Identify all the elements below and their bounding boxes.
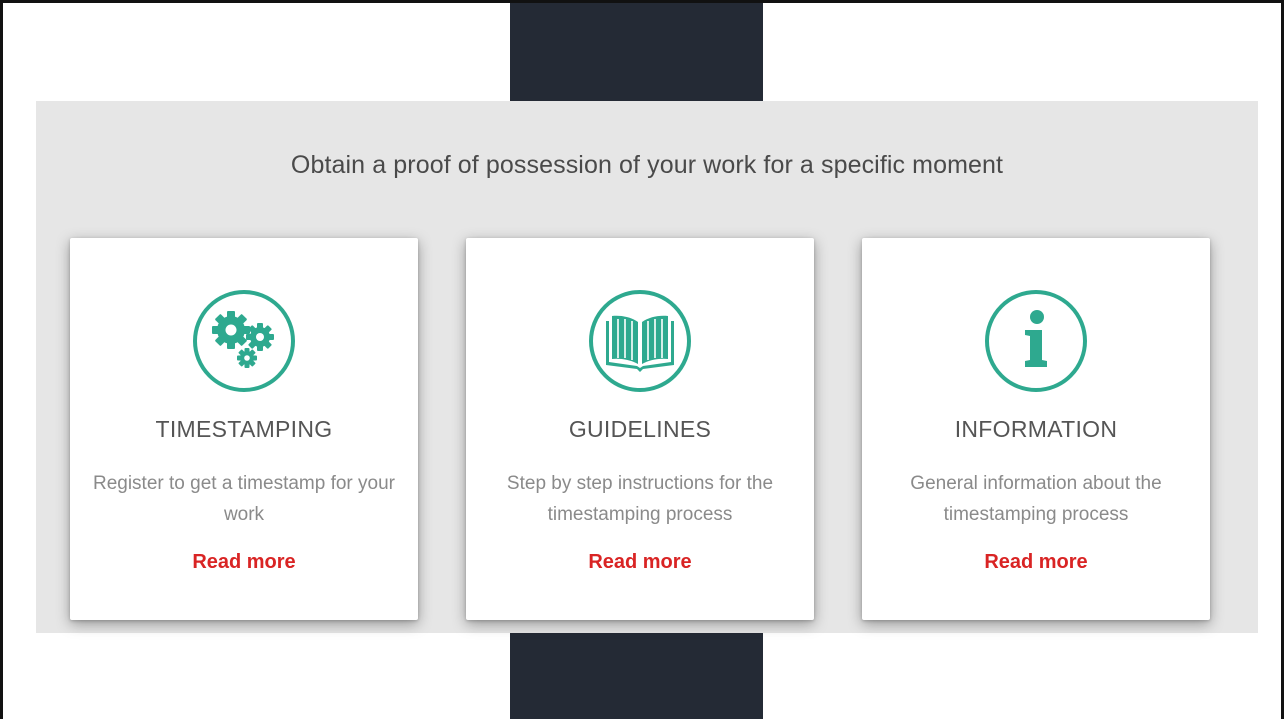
card-description: General information about the timestampi…: [910, 473, 1162, 525]
card-title: INFORMATION: [954, 416, 1118, 442]
read-more-link[interactable]: Read more: [70, 551, 418, 574]
dark-bar-top: [510, 3, 763, 103]
card-description: Register to get a timestamp for your wor…: [92, 473, 395, 525]
page-frame: Obtain a proof of possession of your wor…: [0, 0, 1284, 719]
gears-icon: [191, 288, 297, 394]
card-guidelines: GUIDELINES Step by step instructions for…: [466, 238, 814, 620]
card-timestamping: TIMESTAMPING Register to get a timestamp…: [70, 238, 418, 620]
section-headline: Obtain a proof of possession of your wor…: [290, 151, 1004, 179]
card-information: INFORMATION General information about th…: [862, 238, 1210, 620]
open-book-icon: [587, 288, 693, 394]
card-title: GUIDELINES: [568, 416, 712, 442]
dark-bar-bottom: [510, 631, 763, 719]
card-title: TIMESTAMPING: [155, 416, 333, 442]
read-more-link[interactable]: Read more: [862, 551, 1210, 574]
card-description: Step by step instructions for the timest…: [506, 473, 774, 525]
read-more-link[interactable]: Read more: [466, 551, 814, 574]
features-section: Obtain a proof of possession of your wor…: [36, 101, 1258, 633]
info-icon: [983, 288, 1089, 394]
